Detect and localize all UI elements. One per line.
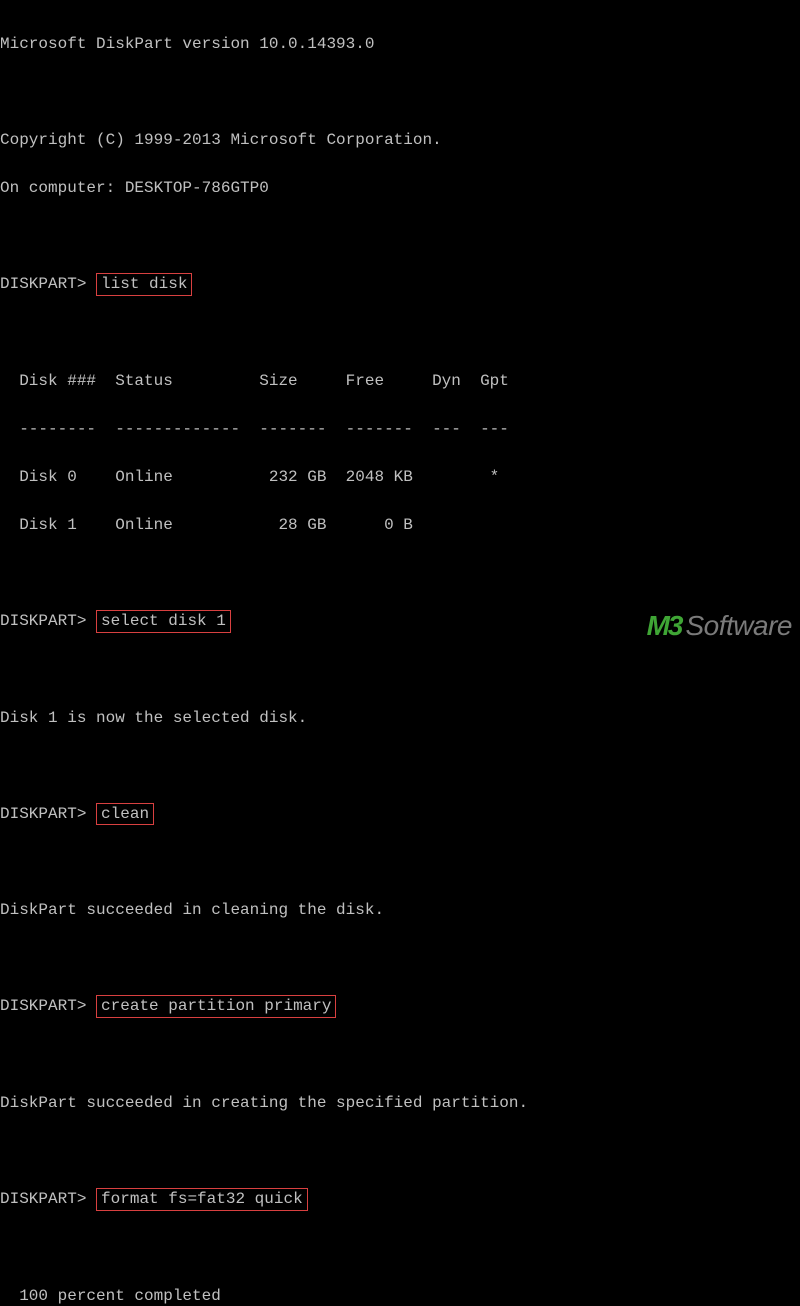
prompt: DISKPART> xyxy=(0,612,86,630)
prompt-line-listdisk: DISKPART> list disk xyxy=(0,272,798,297)
response-selected: Disk 1 is now the selected disk. xyxy=(0,706,798,730)
watermark-logo: M3 Software xyxy=(647,605,792,647)
prompt: DISKPART> xyxy=(0,805,86,823)
prompt: DISKPART> xyxy=(0,1190,86,1208)
disk-table-header: Disk ### Status Size Free Dyn Gpt xyxy=(0,369,798,393)
disk-row-0: Disk 0 Online 232 GB 2048 KB * xyxy=(0,465,798,489)
terminal-output: Microsoft DiskPart version 10.0.14393.0 … xyxy=(0,0,800,1306)
prompt: DISKPART> xyxy=(0,997,86,1015)
watermark-name: Software xyxy=(686,605,793,647)
cmd-select-disk[interactable]: select disk 1 xyxy=(96,610,231,633)
disk-row-1: Disk 1 Online 28 GB 0 B xyxy=(0,513,798,537)
version-line: Microsoft DiskPart version 10.0.14393.0 xyxy=(0,32,798,56)
cmd-list-disk[interactable]: list disk xyxy=(96,273,192,296)
prompt: DISKPART> xyxy=(0,275,86,293)
disk-table-divider: -------- ------------- ------- ------- -… xyxy=(0,417,798,441)
prompt-line-create: DISKPART> create partition primary xyxy=(0,994,798,1019)
prompt-line-clean: DISKPART> clean xyxy=(0,802,798,827)
computer-line: On computer: DESKTOP-786GTP0 xyxy=(0,176,798,200)
response-create: DiskPart succeeded in creating the speci… xyxy=(0,1091,798,1115)
cmd-create-partition[interactable]: create partition primary xyxy=(96,995,336,1018)
cmd-clean[interactable]: clean xyxy=(96,803,154,826)
watermark-brand: M3 xyxy=(647,605,682,647)
response-progress: 100 percent completed xyxy=(0,1284,798,1306)
prompt-line-format: DISKPART> format fs=fat32 quick xyxy=(0,1187,798,1212)
response-clean: DiskPart succeeded in cleaning the disk. xyxy=(0,898,798,922)
copyright-line: Copyright (C) 1999-2013 Microsoft Corpor… xyxy=(0,128,798,152)
cmd-format[interactable]: format fs=fat32 quick xyxy=(96,1188,308,1211)
